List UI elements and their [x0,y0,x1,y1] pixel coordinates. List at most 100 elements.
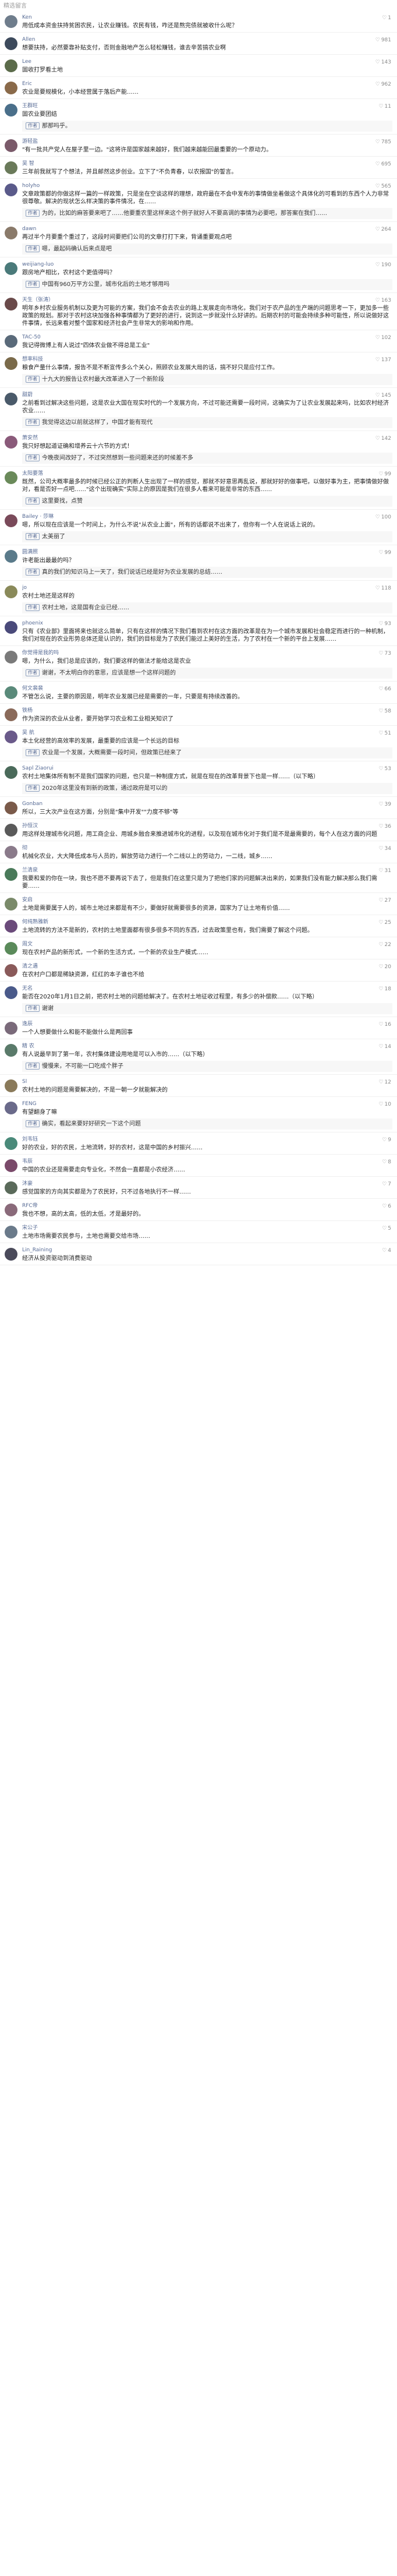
avatar[interactable] [5,868,17,881]
comment-username[interactable]: 甜蔚 [22,391,392,398]
like-button[interactable]: ♡ 7 [382,1181,391,1187]
comment-username[interactable]: 彻 [22,845,392,852]
comment-username[interactable]: 沐豪 [22,1180,392,1187]
avatar[interactable] [5,1181,17,1194]
comment-username[interactable]: 吴 航 [22,729,392,736]
like-button[interactable]: ♡ 264 [375,227,391,232]
like-button[interactable]: ♡ 190 [375,262,391,268]
like-button[interactable]: ♡ 163 [375,298,391,304]
comment-username[interactable]: 兰清泉 [22,867,392,874]
like-button[interactable]: ♡ 785 [375,139,391,145]
like-button[interactable]: ♡ 565 [375,184,391,189]
comment-username[interactable]: 天生（张涛） [22,297,392,304]
avatar[interactable] [5,227,17,239]
like-button[interactable]: ♡ 9 [382,1137,391,1143]
comment-username[interactable]: 孙恒汉 [22,823,392,830]
comment-username[interactable]: 圆满照 [22,549,392,556]
like-button[interactable]: ♡ 962 [375,82,391,87]
avatar[interactable] [5,920,17,933]
avatar[interactable] [5,824,17,837]
comment-username[interactable]: Sapl Ziaorui [22,765,392,772]
like-button[interactable]: ♡ 39 [378,802,391,807]
comment-username[interactable]: 游轻盐 [22,138,392,145]
comment-username[interactable]: Ken [22,14,392,21]
like-button[interactable]: ♡ 66 [378,686,391,692]
avatar[interactable] [5,298,17,310]
comment-username[interactable]: Allen [22,36,392,43]
comment-username[interactable]: 刘韦钰 [22,1136,392,1143]
comment-username[interactable]: Eric [22,80,392,87]
avatar[interactable] [5,139,17,152]
avatar[interactable] [5,1248,17,1261]
avatar[interactable] [5,393,17,405]
avatar[interactable] [5,686,17,699]
like-button[interactable]: ♡ 8 [382,1159,391,1165]
comment-username[interactable]: 太阳要落 [22,470,392,477]
comment-username[interactable]: 铁杨 [22,707,392,714]
like-button[interactable]: ♡ 14 [378,1044,391,1050]
comment-username[interactable]: Sl [22,1078,392,1085]
comment-username[interactable]: 无名 [22,985,392,992]
like-button[interactable]: ♡ 22 [378,942,391,948]
like-button[interactable]: ♡ 6 [382,1204,391,1209]
like-button[interactable]: ♡ 36 [378,824,391,830]
avatar[interactable] [5,802,17,814]
like-button[interactable]: ♡ 11 [378,104,391,110]
comment-username[interactable]: 吴 智 [22,160,392,167]
like-button[interactable]: ♡ 137 [375,357,391,363]
like-button[interactable]: ♡ 31 [378,868,391,874]
comment-username[interactable]: 何文裴裴 [22,685,392,692]
avatar[interactable] [5,1044,17,1057]
comment-username[interactable]: Bailey · 莎琳 [22,513,392,520]
like-button[interactable]: ♡ 12 [378,1079,391,1085]
comment-username[interactable]: 安启 [22,897,392,904]
avatar[interactable] [5,357,17,370]
like-button[interactable]: ♡ 695 [375,161,391,167]
like-button[interactable]: ♡ 143 [375,59,391,65]
like-button[interactable]: ♡ 51 [378,731,391,736]
avatar[interactable] [5,59,17,72]
like-button[interactable]: ♡ 25 [378,920,391,926]
like-button[interactable]: ♡ 34 [378,846,391,852]
avatar[interactable] [5,1079,17,1092]
avatar[interactable] [5,731,17,743]
comment-username[interactable]: 想率科技 [22,356,392,363]
like-button[interactable]: ♡ 99 [378,471,391,477]
comment-username[interactable]: 你觉得是我的吗 [22,650,392,657]
comment-username[interactable]: Gonban [22,800,392,807]
avatar[interactable] [5,15,17,28]
comment-username[interactable]: 宋公子 [22,1225,392,1231]
avatar[interactable] [5,1204,17,1216]
like-button[interactable]: ♡ 73 [378,651,391,657]
comment-username[interactable]: jo [22,584,392,591]
like-button[interactable]: ♡ 27 [378,898,391,904]
comment-username[interactable]: TAC-50 [22,334,392,341]
like-button[interactable]: ♡ 981 [375,37,391,43]
avatar[interactable] [5,82,17,94]
avatar[interactable] [5,585,17,598]
like-button[interactable]: ♡ 100 [375,514,391,520]
avatar[interactable] [5,846,17,859]
like-button[interactable]: ♡ 5 [382,1226,391,1231]
like-button[interactable]: ♡ 18 [378,986,391,992]
comment-username[interactable]: 周文 [22,941,392,948]
avatar[interactable] [5,436,17,449]
comment-username[interactable]: 何纯熟雅新 [22,919,392,926]
like-button[interactable]: ♡ 1 [382,15,391,21]
avatar[interactable] [5,964,17,977]
like-button[interactable]: ♡ 99 [378,550,391,556]
like-button[interactable]: ♡ 118 [375,585,391,591]
avatar[interactable] [5,514,17,527]
comment-username[interactable]: 萧安然 [22,435,392,442]
avatar[interactable] [5,1159,17,1172]
avatar[interactable] [5,184,17,196]
like-button[interactable]: ♡ 53 [378,766,391,772]
avatar[interactable] [5,942,17,955]
avatar[interactable] [5,621,17,634]
like-button[interactable]: ♡ 10 [378,1102,391,1107]
comment-username[interactable]: 逸辰 [22,1021,392,1028]
like-button[interactable]: ♡ 4 [382,1248,391,1254]
avatar[interactable] [5,104,17,117]
avatar[interactable] [5,708,17,721]
avatar[interactable] [5,335,17,348]
